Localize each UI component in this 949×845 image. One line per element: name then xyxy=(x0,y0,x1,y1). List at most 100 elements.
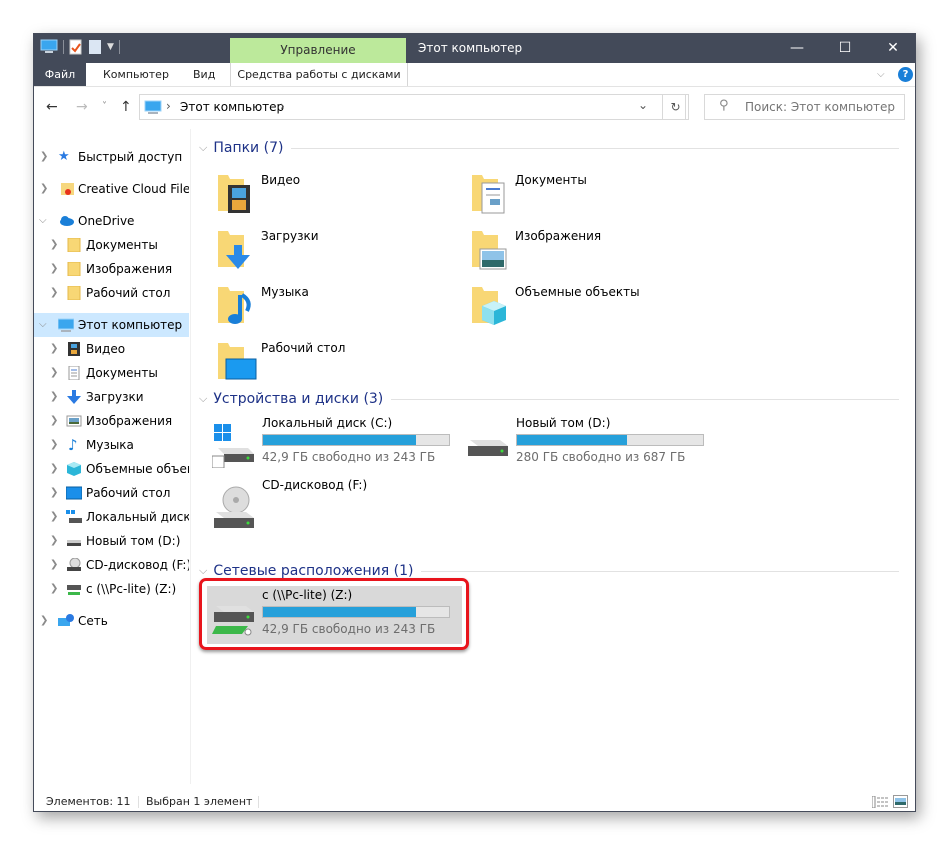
sidebar-item-music[interactable]: ❯ ♪ Музыка xyxy=(34,433,189,457)
sidebar-item-this-pc[interactable]: ⌵ Этот компьютер xyxy=(34,313,189,337)
sidebar-item-onedrive[interactable]: ⌵ OneDrive xyxy=(34,209,189,233)
sidebar-item-creative-cloud[interactable]: ❯ Creative Cloud Files xyxy=(34,177,189,201)
download-icon xyxy=(67,390,81,404)
breadcrumb-this-pc[interactable]: Этот компьютер xyxy=(180,100,284,114)
navigation-bar: ← → ˅ ↑ › Этот компьютер › ⌄ ↻ ⚲ xyxy=(34,87,915,127)
details-view-icon[interactable] xyxy=(872,796,888,808)
address-bar[interactable]: › Этот компьютер › ⌄ xyxy=(139,94,686,120)
folder-tile-pictures[interactable]: Изображения xyxy=(460,223,710,277)
sidebar-item-cd-drive[interactable]: ❯ CD-дисковод (F:) xyxy=(34,553,189,577)
expand-chevron-icon[interactable]: ❯ xyxy=(50,577,58,601)
expand-chevron-icon[interactable]: ❯ xyxy=(50,553,58,577)
red-highlight-frame xyxy=(199,578,469,650)
expand-chevron-icon[interactable]: ❯ xyxy=(40,609,48,633)
minimize-button[interactable]: — xyxy=(774,34,820,63)
expand-chevron-icon[interactable]: ❯ xyxy=(50,337,58,361)
sidebar-item-label: Сеть xyxy=(78,614,108,628)
folder-name: Музыка xyxy=(261,285,309,299)
expand-chevron-icon[interactable]: ❯ xyxy=(50,385,58,409)
properties-icon[interactable] xyxy=(69,39,83,55)
address-dropdown-chevron-icon[interactable]: ⌄ xyxy=(638,98,648,112)
breadcrumb-separator[interactable]: › xyxy=(280,99,285,113)
tab-file[interactable]: Файл xyxy=(34,63,86,86)
customize-toolbar-icon[interactable]: ▼ xyxy=(107,42,114,52)
maximize-button[interactable]: ☐ xyxy=(822,34,868,63)
sidebar-item-3d-objects[interactable]: ❯ Объемные объект xyxy=(34,457,189,481)
folder-tile-downloads[interactable]: Загрузки xyxy=(206,223,456,277)
sidebar-item-downloads[interactable]: ❯ Загрузки xyxy=(34,385,189,409)
expand-chevron-icon[interactable]: ❯ xyxy=(50,233,58,257)
search-box[interactable]: ⚲ xyxy=(704,94,905,120)
sidebar-item-onedrive-pictures[interactable]: ❯ Изображения xyxy=(34,257,189,281)
drive-tile-c[interactable]: Локальный диск (C:) 42,9 ГБ свободно из … xyxy=(207,414,462,472)
sidebar-item-network[interactable]: ❯ Сеть xyxy=(34,609,189,633)
desktop-folder-icon xyxy=(218,343,257,380)
back-arrow-icon[interactable]: ← xyxy=(46,99,58,115)
sidebar-item-videos[interactable]: ❯ Видео xyxy=(34,337,189,361)
sidebar-item-onedrive-documents[interactable]: ❯ Документы xyxy=(34,233,189,257)
expand-chevron-icon[interactable]: ❯ xyxy=(50,433,58,457)
system-drive-icon xyxy=(66,510,82,523)
folder-tile-desktop[interactable]: Рабочий стол xyxy=(206,335,456,389)
folder-tile-3d-objects[interactable]: Объемные объекты xyxy=(460,279,710,333)
sidebar-item-drive-d[interactable]: ❯ Новый том (D:) xyxy=(34,529,189,553)
expand-chevron-icon[interactable]: ❯ xyxy=(50,481,58,505)
status-separator xyxy=(258,796,259,808)
expand-chevron-icon[interactable]: ❯ xyxy=(50,257,58,281)
expand-chevron-icon[interactable]: ❯ xyxy=(40,145,48,169)
up-arrow-icon[interactable]: ↑ xyxy=(120,99,132,115)
breadcrumb-separator[interactable]: › xyxy=(166,99,171,113)
expand-chevron-icon[interactable]: ❯ xyxy=(40,177,48,201)
help-icon[interactable]: ? xyxy=(898,67,913,82)
window-title: Этот компьютер xyxy=(418,41,523,55)
refresh-button[interactable]: ↻ xyxy=(662,94,689,120)
3d-objects-folder-icon xyxy=(472,287,506,325)
sidebar-item-onedrive-desktop[interactable]: ❯ Рабочий стол xyxy=(34,281,189,305)
collapse-chevron-icon[interactable]: ⌵ xyxy=(199,388,207,410)
folder-tile-music[interactable]: Музыка xyxy=(206,279,456,333)
collapse-chevron-icon[interactable]: ⌵ xyxy=(39,313,47,337)
drive-tile-cd[interactable]: CD-дисковод (F:) xyxy=(207,476,462,534)
folder-tile-documents[interactable]: Документы xyxy=(460,167,710,221)
collapse-chevron-icon[interactable]: ⌵ xyxy=(199,137,207,159)
tab-disk-tools[interactable]: Средства работы с дисками xyxy=(230,63,408,86)
folder-tile-videos[interactable]: Видео xyxy=(206,167,456,221)
expand-chevron-icon[interactable]: ❯ xyxy=(50,505,58,529)
computer-icon xyxy=(40,39,58,53)
cd-drive-icon xyxy=(67,558,81,571)
expand-chevron-icon[interactable]: ❯ xyxy=(50,281,58,305)
expand-chevron-icon[interactable]: ❯ xyxy=(50,361,58,385)
drive-tile-d[interactable]: Новый том (D:) 280 ГБ свободно из 687 ГБ xyxy=(461,414,716,472)
search-input[interactable] xyxy=(743,99,897,115)
drive-free-space: 42,9 ГБ свободно из 243 ГБ xyxy=(262,450,436,464)
group-header-folders[interactable]: ⌵ Папки (7) xyxy=(199,137,899,159)
group-header-devices[interactable]: ⌵ Устройства и диски (3) xyxy=(199,388,899,410)
expand-chevron-icon[interactable]: ❯ xyxy=(50,457,58,481)
folder-name: Документы xyxy=(515,173,587,187)
context-tab-manage[interactable]: Управление xyxy=(230,38,406,63)
sidebar-item-label: Новый том (D:) xyxy=(86,534,181,548)
new-folder-icon[interactable] xyxy=(88,39,102,55)
sidebar-item-label: c (\\Pc-lite) (Z:) xyxy=(86,582,177,596)
title-bar: ▼ Управление Этот компьютер — ☐ ✕ xyxy=(34,34,915,63)
large-icons-view-icon[interactable] xyxy=(893,795,908,808)
sidebar-item-quick-access[interactable]: ❯ ★ Быстрый доступ xyxy=(34,145,189,169)
toolbar-separator xyxy=(63,40,64,54)
forward-arrow-icon[interactable]: → xyxy=(76,99,88,115)
network-icon xyxy=(58,614,74,626)
sidebar-item-network-drive-z[interactable]: ❯ c (\\Pc-lite) (Z:) xyxy=(34,577,189,601)
expand-chevron-icon[interactable]: ❯ xyxy=(50,529,58,553)
video-folder-icon xyxy=(218,175,250,213)
sidebar-item-label: Изображения xyxy=(86,262,173,276)
tab-computer[interactable]: Компьютер xyxy=(103,63,169,86)
recent-locations-chevron-icon[interactable]: ˅ xyxy=(102,101,107,112)
tab-view[interactable]: Вид xyxy=(193,63,215,86)
collapse-ribbon-chevron-down-icon[interactable]: ⌵ xyxy=(877,63,885,86)
sidebar-item-pictures[interactable]: ❯ Изображения xyxy=(34,409,189,433)
sidebar-item-desktop[interactable]: ❯ Рабочий стол xyxy=(34,481,189,505)
sidebar-item-drive-c[interactable]: ❯ Локальный диск (C xyxy=(34,505,189,529)
close-button[interactable]: ✕ xyxy=(870,34,916,63)
sidebar-item-documents[interactable]: ❯ Документы xyxy=(34,361,189,385)
collapse-chevron-icon[interactable]: ⌵ xyxy=(39,209,47,233)
expand-chevron-icon[interactable]: ❯ xyxy=(50,409,58,433)
